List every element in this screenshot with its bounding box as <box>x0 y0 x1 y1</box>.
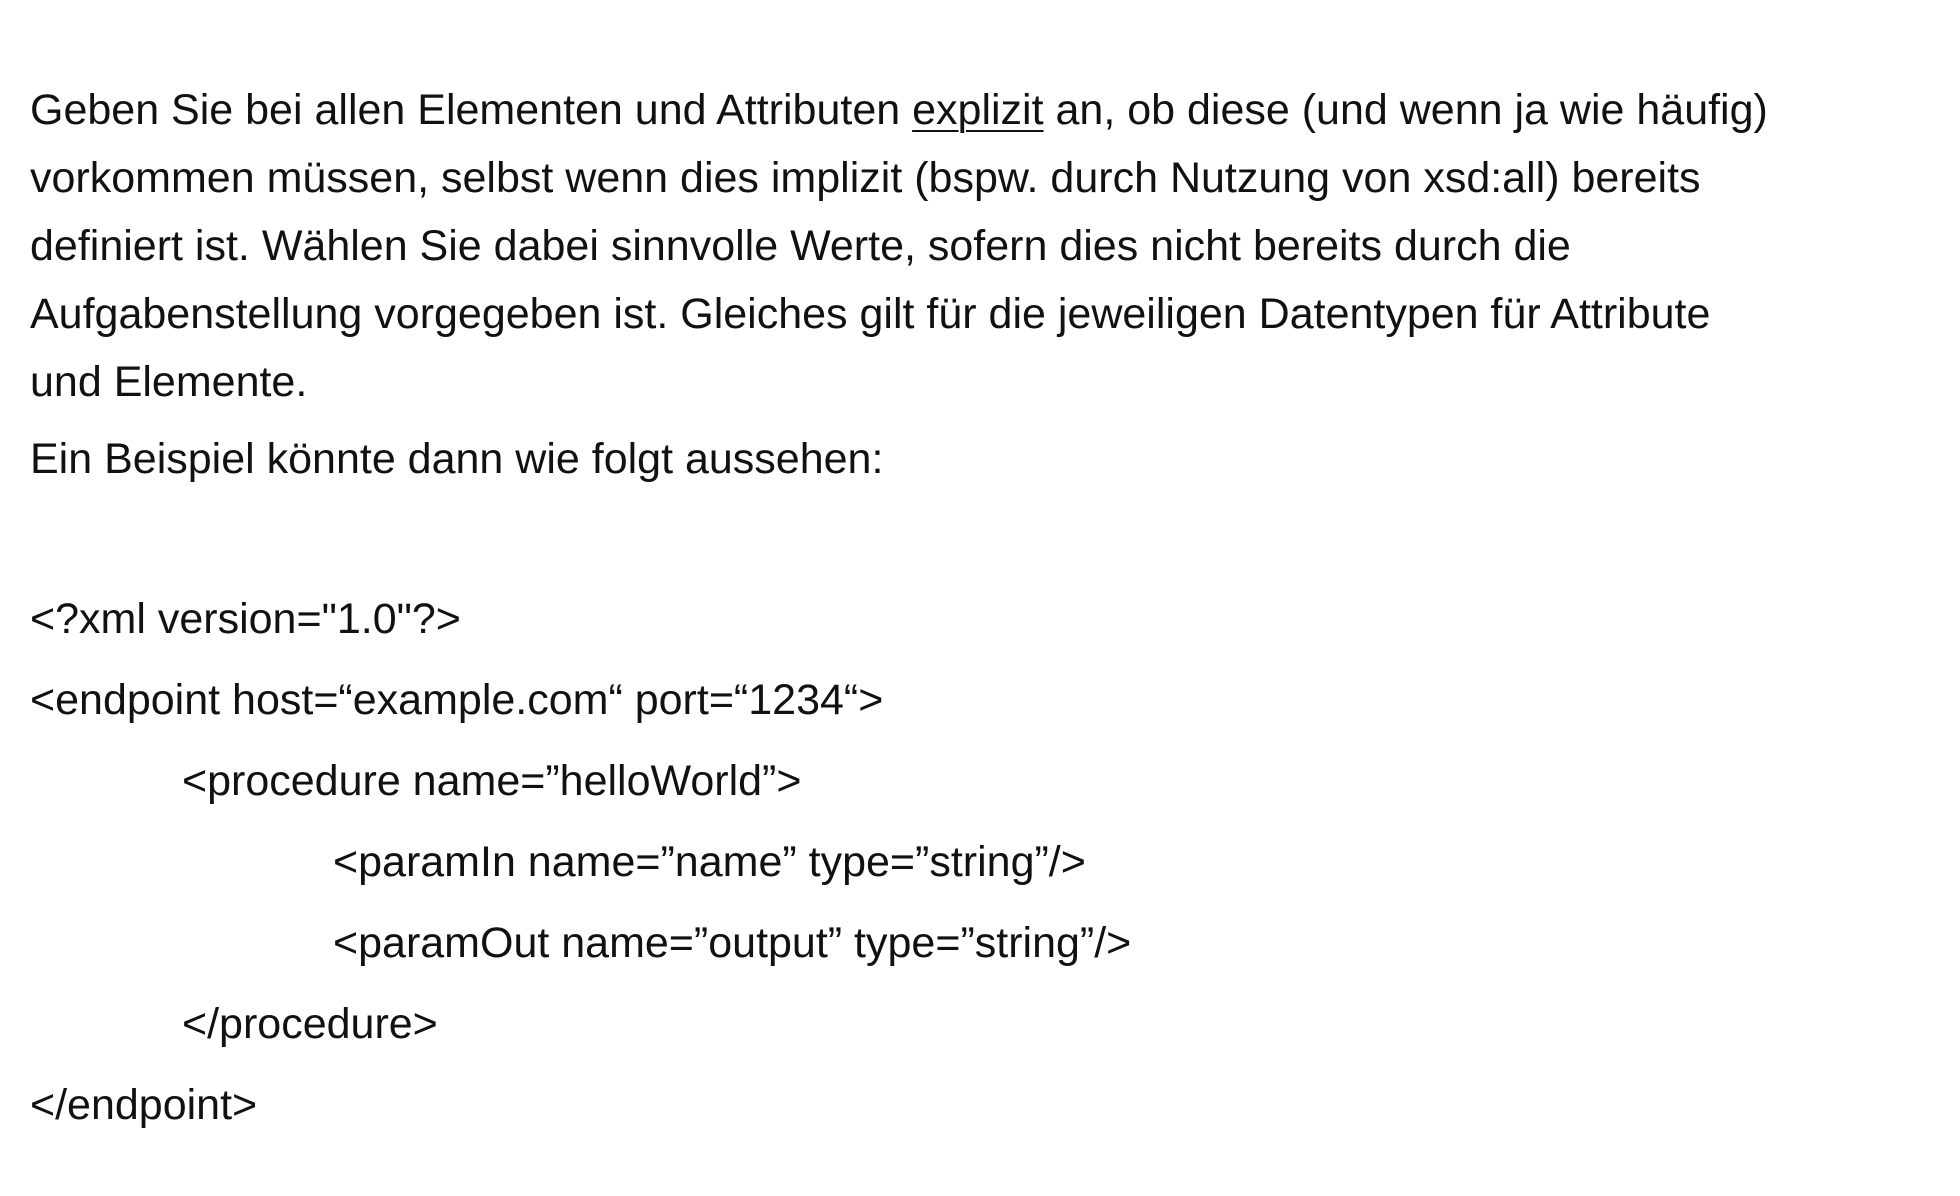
instruction-line-5: und Elemente. <box>30 358 308 406</box>
instruction-line-2: vorkommen müssen, selbst wenn dies impli… <box>30 154 1701 202</box>
param-out-line: <paramOut name=”output” type=”string”/> <box>333 919 1132 967</box>
emphasis-explizit: explizit <box>912 86 1044 134</box>
xml-example-block: <?xml version="1.0"?> <endpoint host=“ex… <box>30 587 1930 1129</box>
instruction-line-1-end: an, ob diese (und wenn ja wie häufig) <box>1043 86 1768 134</box>
procedure-open-tag-line: <procedure name=”helloWorld”> <box>182 757 802 805</box>
instruction-line-3: definiert ist. Wählen Sie dabei sinnvoll… <box>30 222 1571 270</box>
instruction-paragraph: Geben Sie bei allen Elementen und Attrib… <box>30 76 1930 416</box>
endpoint-open-tag-line: <endpoint host=“example.com“ port=“1234“… <box>30 676 884 724</box>
param-in-line: <paramIn name=”name” type=”string”/> <box>333 838 1086 886</box>
example-label: Ein Beispiel könnte dann wie folgt ausse… <box>30 435 884 483</box>
instruction-line-1: Geben Sie bei allen Elementen und Attrib… <box>30 76 1930 144</box>
instruction-line-4: Aufgabenstellung vorgegeben ist. Gleiche… <box>30 290 1711 338</box>
endpoint-close-tag-line: </endpoint> <box>30 1081 258 1129</box>
xml-declaration-line: <?xml version="1.0"?> <box>30 595 461 643</box>
instruction-line-1-start: Geben Sie bei allen Elementen und Attrib… <box>30 86 913 134</box>
procedure-close-tag-line: </procedure> <box>182 1000 438 1048</box>
document-page: Geben Sie bei allen Elementen und Attrib… <box>0 0 1960 1196</box>
